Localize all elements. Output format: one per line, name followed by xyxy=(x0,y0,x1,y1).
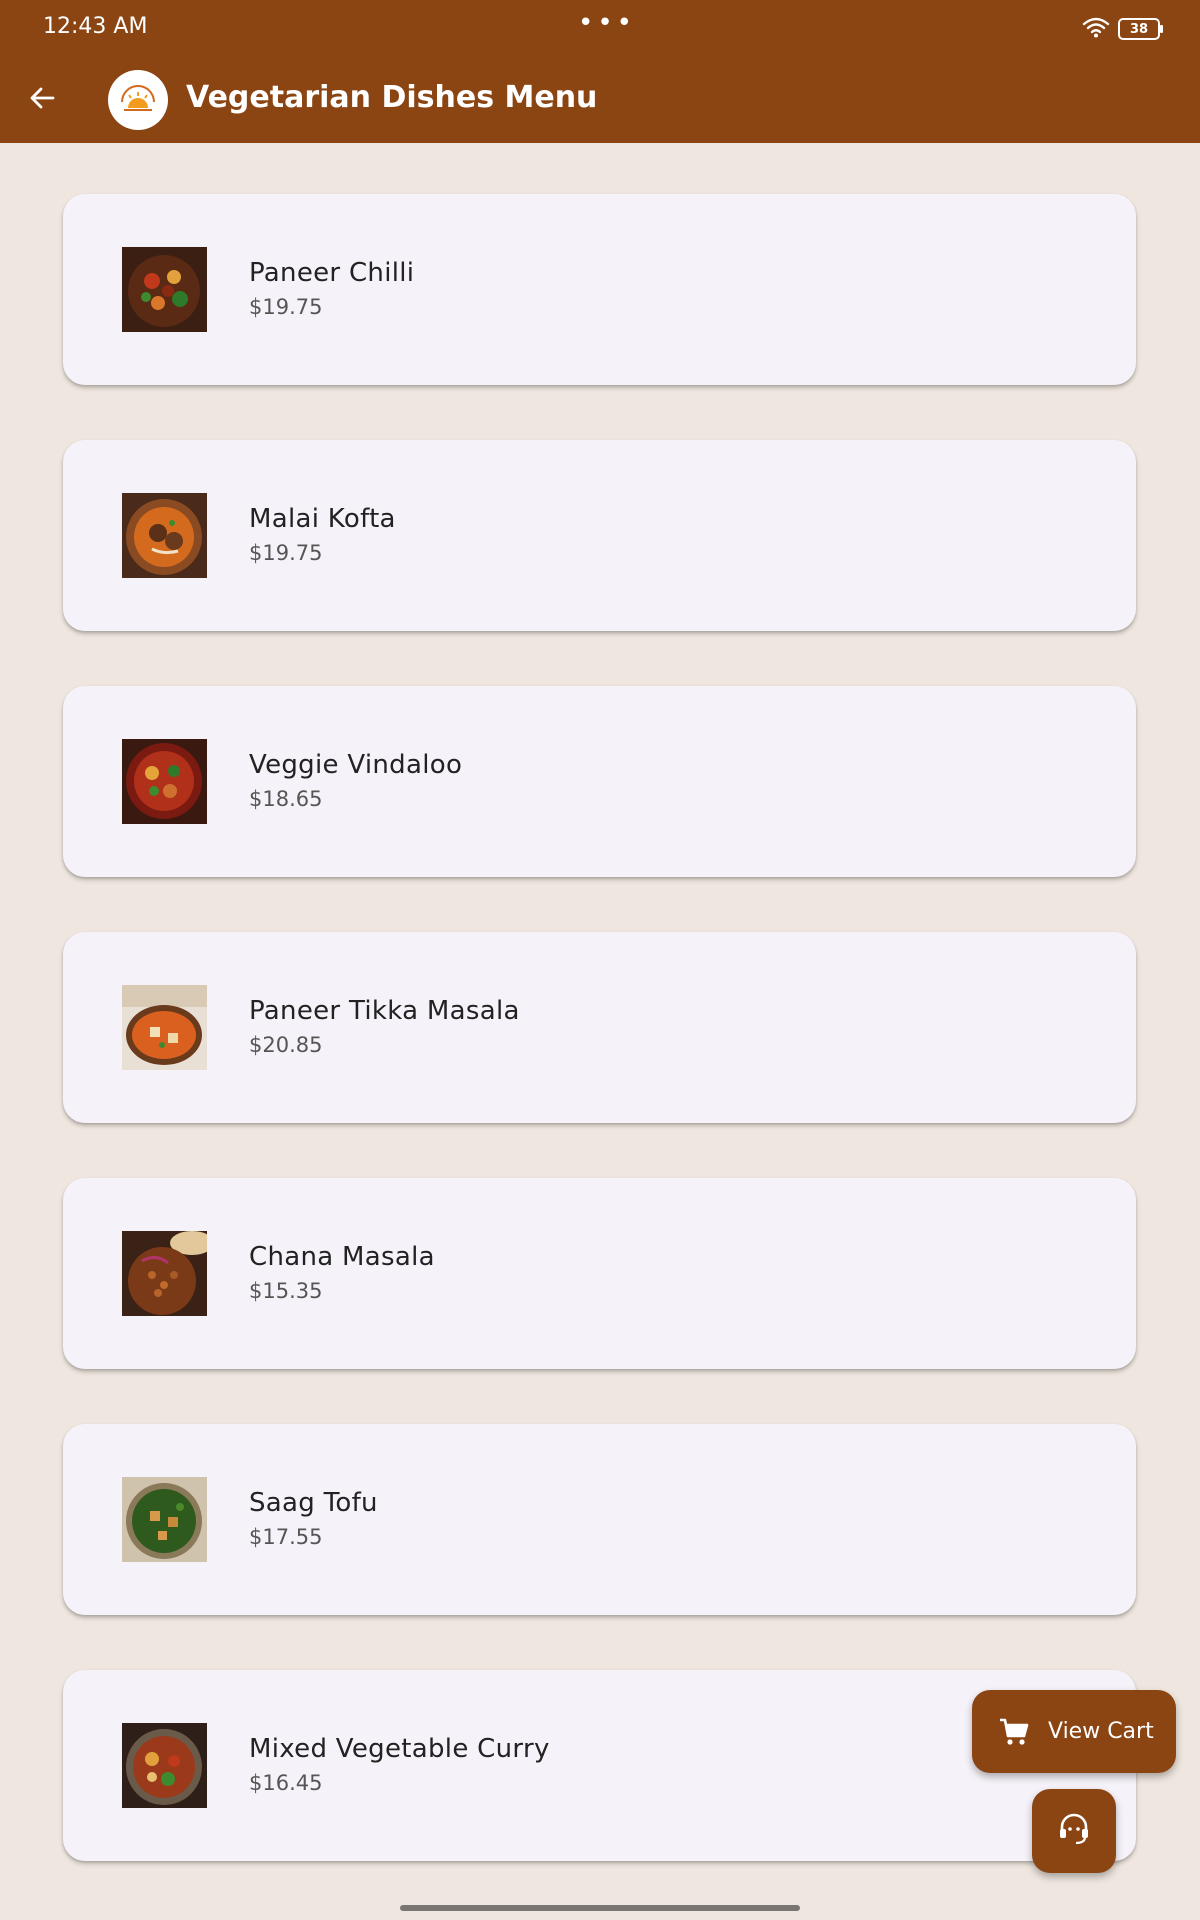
support-button[interactable] xyxy=(1032,1789,1116,1873)
back-button[interactable] xyxy=(20,78,64,122)
dish-image xyxy=(122,493,207,578)
list-item[interactable]: Malai Kofta $19.75 xyxy=(63,440,1136,631)
dish-image xyxy=(122,1231,207,1316)
support-agent-icon xyxy=(1056,1811,1092,1851)
status-icons: 38 xyxy=(1082,16,1163,42)
dish-name: Malai Kofta xyxy=(249,504,396,534)
app-header: 12:43 AM ••• 38 Vegetarian Dishes Menu xyxy=(0,0,1200,143)
dish-image xyxy=(122,247,207,332)
dish-image xyxy=(122,1723,207,1808)
battery-icon: 38 xyxy=(1118,18,1163,40)
view-cart-button[interactable]: View Cart xyxy=(972,1690,1176,1773)
shopping-cart-icon xyxy=(998,1716,1030,1748)
dish-image xyxy=(122,985,207,1070)
dish-price: $15.35 xyxy=(249,1279,323,1303)
status-dots: ••• xyxy=(578,8,637,38)
dish-image xyxy=(122,1477,207,1562)
dish-name: Mixed Vegetable Curry xyxy=(249,1734,550,1764)
dish-name: Paneer Tikka Masala xyxy=(249,996,520,1026)
list-item[interactable]: Chana Masala $15.35 xyxy=(63,1178,1136,1369)
dish-name: Saag Tofu xyxy=(249,1488,378,1518)
dish-name: Paneer Chilli xyxy=(249,258,415,288)
list-item[interactable]: Saag Tofu $17.55 xyxy=(63,1424,1136,1615)
dish-price: $20.85 xyxy=(249,1033,323,1057)
dish-image xyxy=(122,739,207,824)
list-item[interactable]: Veggie Vindaloo $18.65 xyxy=(63,686,1136,877)
view-cart-label: View Cart xyxy=(1048,1719,1154,1744)
dish-price: $19.75 xyxy=(249,541,323,565)
status-time: 12:43 AM xyxy=(43,14,148,39)
restaurant-logo xyxy=(108,70,168,130)
menu-list: Paneer Chilli $19.75 Malai Kofta $19.75 xyxy=(63,194,1136,1916)
list-item[interactable]: Paneer Chilli $19.75 xyxy=(63,194,1136,385)
wifi-icon xyxy=(1082,16,1110,42)
dish-price: $17.55 xyxy=(249,1525,323,1549)
dish-price: $16.45 xyxy=(249,1771,323,1795)
arrow-left-icon xyxy=(28,84,56,116)
dish-name: Veggie Vindaloo xyxy=(249,750,463,780)
dish-price: $18.65 xyxy=(249,787,323,811)
home-indicator[interactable] xyxy=(400,1905,800,1911)
page-title: Vegetarian Dishes Menu xyxy=(186,80,598,115)
dish-price: $19.75 xyxy=(249,295,323,319)
dish-name: Chana Masala xyxy=(249,1242,435,1272)
list-item[interactable]: Paneer Tikka Masala $20.85 xyxy=(63,932,1136,1123)
